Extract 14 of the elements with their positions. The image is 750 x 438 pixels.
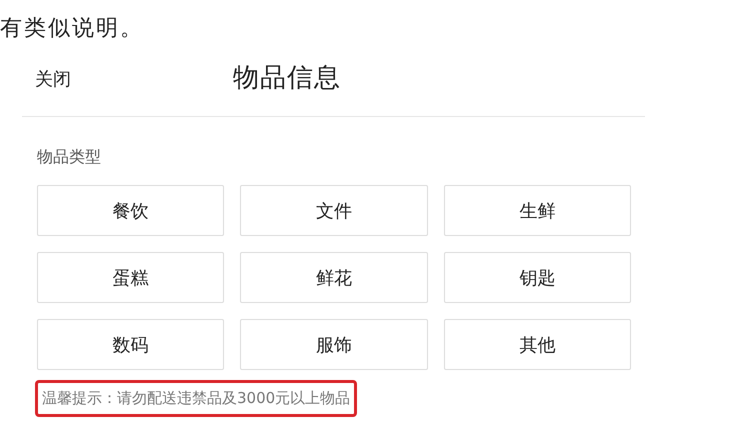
category-button[interactable]: 餐饮 <box>37 185 224 236</box>
category-button[interactable]: 服饰 <box>240 319 428 370</box>
category-button[interactable]: 数码 <box>37 319 224 370</box>
category-button[interactable]: 其他 <box>444 319 631 370</box>
close-button[interactable]: 关闭 <box>22 67 71 91</box>
hint-text: 温馨提示：请勿配送违禁品及3000元以上物品 <box>35 380 358 417</box>
category-button[interactable]: 文件 <box>240 185 428 236</box>
page-title: 物品信息 <box>233 62 341 94</box>
article-text: 有类似说明。 <box>0 15 145 43</box>
section-label: 物品类型 <box>37 147 102 168</box>
category-button[interactable]: 蛋糕 <box>37 252 224 303</box>
category-button[interactable]: 鲜花 <box>240 252 428 303</box>
category-button[interactable]: 生鲜 <box>444 185 631 236</box>
category-button[interactable]: 钥匙 <box>444 252 631 303</box>
